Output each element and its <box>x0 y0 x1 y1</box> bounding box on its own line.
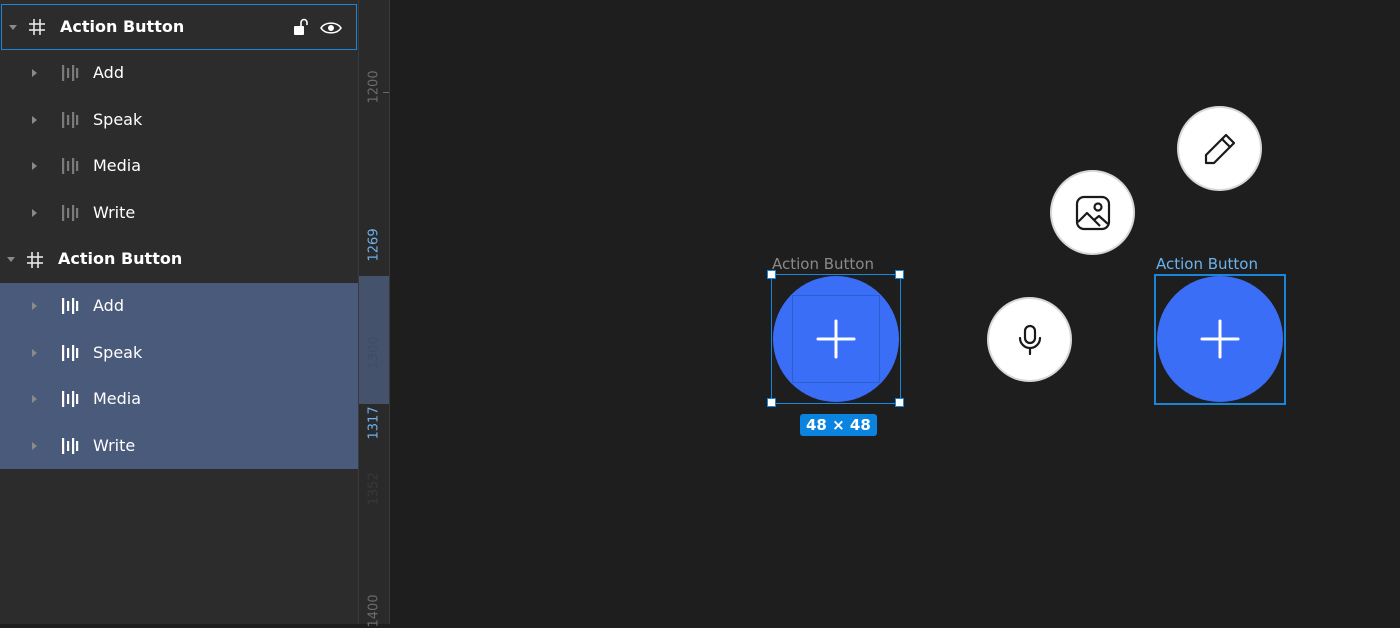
caret-right-icon[interactable] <box>32 209 37 217</box>
caret-right-icon[interactable] <box>32 349 37 357</box>
hash-icon <box>27 252 43 268</box>
media-button[interactable] <box>1050 170 1135 255</box>
caret-right-icon[interactable] <box>32 395 37 403</box>
frame-label-right[interactable]: Action Button <box>1156 255 1258 273</box>
bars-icon <box>62 112 79 128</box>
ruler-label: 1300 <box>366 336 382 370</box>
bars-icon <box>62 65 79 81</box>
layer-item-media-2[interactable]: Media <box>0 376 358 422</box>
selection-box-left[interactable] <box>771 274 901 404</box>
layer-label: Speak <box>93 110 143 129</box>
caret-right-icon[interactable] <box>32 69 37 77</box>
layer-item-write-1[interactable]: Write <box>0 190 358 236</box>
eye-icon[interactable] <box>320 20 342 36</box>
pencil-icon <box>1204 133 1235 164</box>
layer-label: Action Button <box>60 17 185 36</box>
layer-frame-action-button-2[interactable]: Action Button <box>0 237 358 283</box>
resize-handle-bottom-right[interactable] <box>895 398 904 407</box>
bars-icon <box>62 391 79 407</box>
bars-icon <box>62 345 79 361</box>
bars-icon <box>62 158 79 174</box>
caret-right-icon[interactable] <box>32 162 37 170</box>
layer-item-speak-1[interactable]: Speak <box>0 97 358 143</box>
microphone-icon <box>1018 324 1041 355</box>
layer-item-add-2[interactable]: Add <box>0 283 358 329</box>
layer-label: Write <box>93 203 136 222</box>
resize-handle-top-right[interactable] <box>895 270 904 279</box>
lock-open-icon[interactable] <box>292 18 310 36</box>
hash-icon <box>29 19 45 35</box>
resize-handle-top-left[interactable] <box>767 270 776 279</box>
speak-button[interactable] <box>987 297 1072 382</box>
caret-down-icon[interactable] <box>7 257 15 262</box>
caret-down-icon[interactable] <box>9 25 17 30</box>
layer-item-speak-2[interactable]: Speak <box>0 330 358 376</box>
bars-icon <box>62 438 79 454</box>
bars-icon <box>62 205 79 221</box>
caret-right-icon[interactable] <box>32 302 37 310</box>
ruler-label: 1200 <box>366 70 382 104</box>
layer-item-media-1[interactable]: Media <box>0 143 358 189</box>
frame-label-left[interactable]: Action Button <box>772 255 874 273</box>
caret-right-icon[interactable] <box>32 116 37 124</box>
layer-item-write-2[interactable]: Write <box>0 423 358 469</box>
layer-label: Write <box>93 436 136 455</box>
layer-label: Add <box>93 296 124 315</box>
layer-label: Media <box>93 389 142 408</box>
design-canvas[interactable]: Action Button 48 × 48 Action Button <box>390 0 1400 624</box>
write-button[interactable] <box>1177 106 1262 191</box>
layer-frame-action-button-1[interactable]: Action Button <box>1 4 357 50</box>
size-badge: 48 × 48 <box>800 414 877 436</box>
vertical-ruler[interactable]: 1200 1269 1300 1317 1352 1400 <box>358 0 390 628</box>
layer-label: Speak <box>93 343 143 362</box>
layer-item-add-1[interactable]: Add <box>0 50 358 96</box>
hover-box-right[interactable] <box>1154 274 1286 405</box>
ruler-label-selection-end: 1317 <box>366 406 382 440</box>
ruler-tick <box>383 92 389 93</box>
bars-icon <box>62 298 79 314</box>
layers-panel: Action Button Add Speak Media Write Acti… <box>0 0 358 624</box>
layer-label: Add <box>93 63 124 82</box>
ruler-label: 1352 <box>366 472 382 506</box>
ruler-label-selection-start: 1269 <box>366 228 382 262</box>
image-icon <box>1075 195 1110 230</box>
resize-handle-bottom-left[interactable] <box>767 398 776 407</box>
layer-label: Media <box>93 156 142 175</box>
layer-label: Action Button <box>58 249 183 268</box>
caret-right-icon[interactable] <box>32 442 37 450</box>
